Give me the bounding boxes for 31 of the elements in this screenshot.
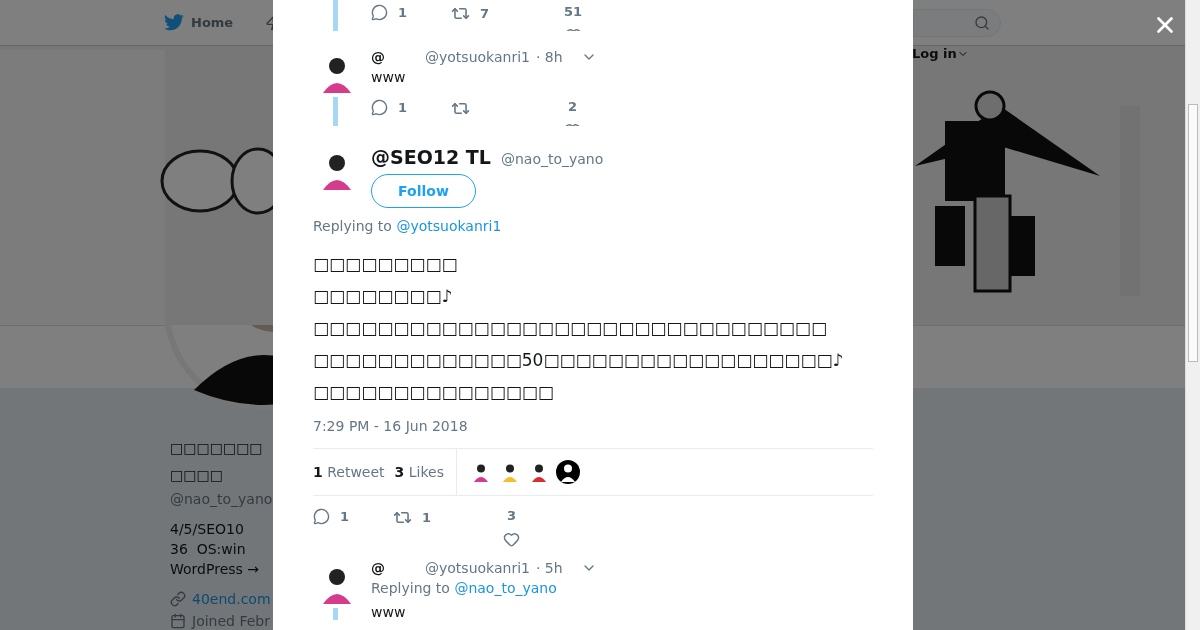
home-link[interactable]: Home (163, 13, 234, 32)
replying-to: Replying to @nao_to_yano (371, 580, 558, 596)
tweet-timestamp: 7:29 PM - 16 Jun 2018 (313, 418, 469, 434)
retweet-button[interactable]: 7 (451, 4, 564, 23)
retweet-stat[interactable]: 1 Retweet (313, 464, 385, 480)
likes-stat[interactable]: 3 Likes (394, 464, 444, 480)
profile-handle: @nao_to_yano (170, 491, 273, 507)
tweet-text-line: □□□□□□□□□□□□□□□ (313, 381, 555, 404)
user-handle: @yotsuokanri1 (425, 560, 530, 576)
tweet-text: www (371, 604, 407, 620)
profile-bio-line: WordPress → (170, 560, 259, 579)
profile-bio-line: 4/5/SEO10 (170, 520, 245, 539)
joined-date: Joined Febr (170, 613, 270, 629)
like-button[interactable]: 51 (564, 4, 583, 31)
retweet-button[interactable]: 1 (393, 508, 503, 527)
reply-count: 1 (340, 509, 350, 524)
profile-bio-line: 36 OS:win (170, 540, 247, 559)
like-count: 3 (506, 508, 516, 523)
retweet-count: 7 (480, 6, 490, 21)
like-button[interactable]: 3 (503, 508, 520, 548)
retweet-count: 1 (422, 510, 432, 525)
profile-name: □□□□□□□ (170, 439, 263, 458)
reply-count: 1 (398, 5, 408, 20)
reply-button[interactable]: 1 (371, 4, 451, 21)
profile-name: □□□□ (170, 466, 224, 485)
tweet-time[interactable]: · 5h (535, 560, 563, 576)
like-count: 51 (564, 4, 583, 19)
reply-button[interactable]: 1 (313, 508, 393, 525)
user-name[interactable]: @ (371, 560, 385, 576)
mention-link[interactable]: @nao_to_yano (454, 580, 557, 596)
tweet-text-line: □□□□□□□□□□□□□50□□□□□□□□□□□□□□□□□□♪ (313, 349, 845, 372)
